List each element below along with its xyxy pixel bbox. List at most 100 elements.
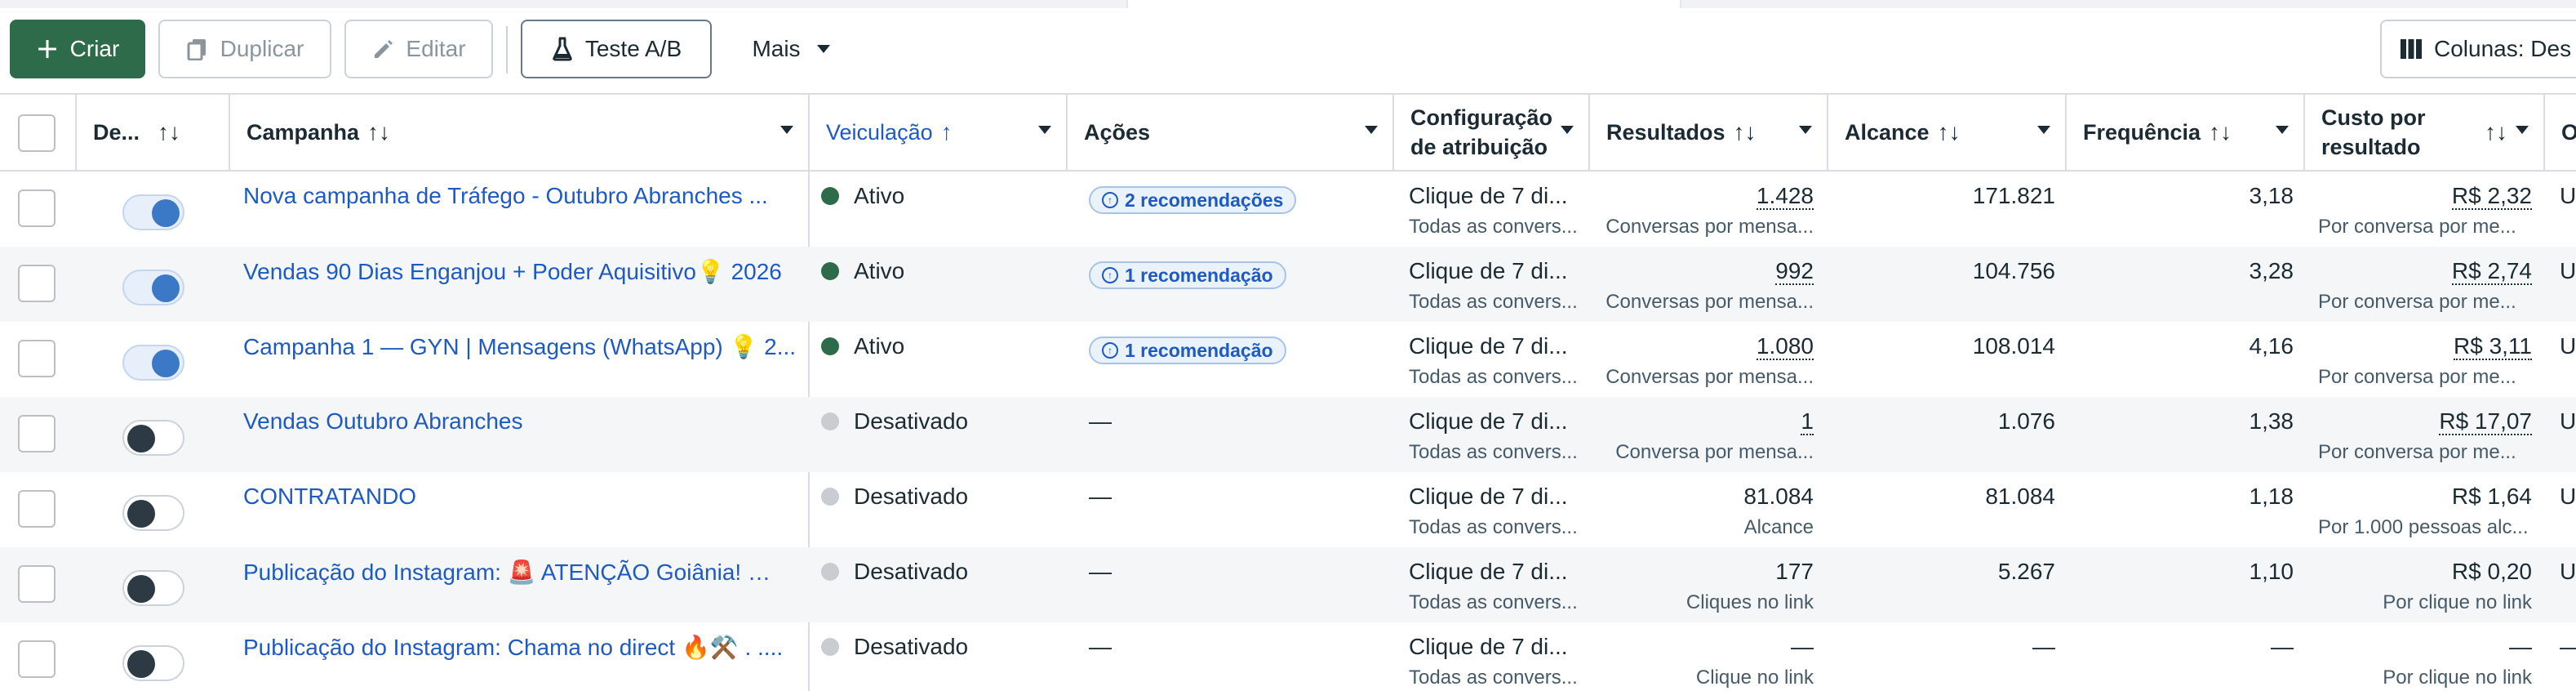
campaign-name-link[interactable]: CONTRATANDO [243,484,798,510]
header-veiculacao[interactable]: Veiculação ↑ [810,95,1068,170]
actions-empty: — [1089,484,1112,509]
campaigns-table: De... ↑↓ Campanha ↑↓ Veiculação ↑ Ações … [0,93,2576,691]
delivery-status: Desativado [821,634,968,660]
delivery-status: Ativo [821,333,904,359]
table-row[interactable]: Publicação do Instagram: 🚨 ATENÇÃO Goiân… [0,547,2576,622]
table-row[interactable]: CONTRATANDO Desativado — Clique de 7 di.… [0,472,2576,547]
header-cost-per-result[interactable]: Custo por resultado ↑↓ [2305,95,2545,170]
status-label: Desativado [854,484,969,509]
header-actions-label: Ações [1084,119,1151,145]
header-frequency[interactable]: Frequência ↑↓ [2067,95,2305,170]
delivery-toggle[interactable] [122,345,184,381]
campaign-name-link[interactable]: Nova campanha de Tráfego - Outubro Abran… [243,183,798,209]
delivery-toggle[interactable] [122,645,184,681]
frequency-value: 3,28 [2249,258,2294,283]
column-menu-caret-icon[interactable] [1365,126,1378,134]
header-campaign[interactable]: Campanha ↑↓ [230,95,810,170]
columns-button[interactable]: Colunas: Des [2380,20,2576,78]
create-button[interactable]: Criar [10,20,145,78]
duplicate-button[interactable]: Duplicar [158,20,331,78]
recommendation-badge[interactable]: ↑ 1 recomendação [1089,261,1286,289]
ab-test-button-label: Teste A/B [584,36,682,61]
attribution-detail: Todas as convers... [1409,591,1578,613]
recommendation-arrow-icon: ↑ [1102,192,1118,208]
reach-value: — [2032,634,2055,659]
toolbar-divider [506,26,508,74]
results-value: 1 [1801,408,1814,435]
toggle-knob [152,274,180,302]
header-attribution[interactable]: Configuração de atribuição [1394,95,1590,170]
column-menu-caret-icon[interactable] [2037,126,2050,134]
delivery-toggle[interactable] [122,570,184,606]
campaign-name-link[interactable]: Vendas 90 Dias Enganjou + Poder Aquisiti… [243,258,798,285]
recommendation-badge[interactable]: ↑ 1 recomendação [1089,337,1286,364]
campaign-name-link[interactable]: Publicação do Instagram: Chama no direct… [243,634,798,661]
results-type: Alcance [1743,516,1814,538]
last-column-value: U [2560,484,2576,509]
recommendation-arrow-icon: ↑ [1102,342,1118,359]
table-row[interactable]: Publicação do Instagram: Chama no direct… [0,622,2576,691]
attribution-setting: Clique de 7 di... [1409,634,1568,659]
header-reach[interactable]: Alcance ↑↓ [1828,95,2067,170]
status-label: Ativo [854,258,905,283]
row-checkbox[interactable] [18,189,56,227]
header-select-all-cell [0,95,77,170]
columns-button-label: Colunas: Des [2434,36,2572,61]
header-delivery-toggle[interactable]: De... ↑↓ [77,95,230,170]
toggle-knob [127,575,155,603]
header-attribution-line1: Configuração [1410,105,1553,130]
column-menu-caret-icon[interactable] [1038,126,1051,134]
column-menu-caret-icon[interactable] [1799,126,1812,134]
status-dot-icon [821,262,839,280]
header-cost-line1: Custo por [2321,105,2426,130]
actions-cell: ↑ 2 recomendações [1089,183,1297,214]
more-button[interactable]: Mais [728,20,859,78]
table-row[interactable]: Vendas Outubro Abranches Desativado — Cl… [0,397,2576,472]
recommendation-label: 2 recomendações [1125,189,1284,211]
table-row[interactable]: Campanha 1 — GYN | Mensagens (WhatsApp) … [0,322,2576,397]
edit-button[interactable]: Editar [344,20,493,78]
column-menu-caret-icon[interactable] [780,126,793,134]
column-menu-caret-icon[interactable] [1561,126,1574,134]
row-checkbox[interactable] [18,640,56,678]
sort-icon: ↑↓ [367,119,391,145]
row-checkbox[interactable] [18,340,56,377]
header-frequency-label: Frequência [2083,119,2201,145]
results-value: 1.428 [1756,183,1814,210]
delivery-toggle[interactable] [122,270,184,305]
reach-value: 5.267 [1997,559,2055,584]
table-row[interactable]: Vendas 90 Dias Enganjou + Poder Aquisiti… [0,247,2576,322]
row-checkbox[interactable] [18,415,56,452]
header-actions[interactable]: Ações [1068,95,1394,170]
frequency-value: 1,18 [2249,484,2294,509]
recommendation-arrow-icon: ↑ [1102,267,1118,283]
status-label: Ativo [854,333,905,359]
actions-empty: — [1089,559,1112,584]
row-checkbox[interactable] [18,265,56,302]
recommendation-label: 1 recomendação [1125,339,1273,361]
table-row[interactable]: Nova campanha de Tráfego - Outubro Abran… [0,172,2576,247]
toggle-knob [127,650,155,678]
row-checkbox[interactable] [18,490,56,528]
delivery-toggle[interactable] [122,495,184,531]
campaign-name-link[interactable]: Publicação do Instagram: 🚨 ATENÇÃO Goiân… [243,559,798,586]
cost-per-result-type: Por conversa por me... [2318,291,2516,313]
select-all-checkbox[interactable] [18,114,56,152]
frequency-value: 4,16 [2249,333,2294,359]
column-menu-caret-icon[interactable] [2276,126,2289,134]
results-value: 81.084 [1743,484,1814,509]
ab-test-button[interactable]: Teste A/B [521,20,712,78]
attribution-detail: Todas as convers... [1409,366,1578,388]
header-results[interactable]: Resultados ↑↓ [1590,95,1828,170]
campaign-name-link[interactable]: Campanha 1 — GYN | Mensagens (WhatsApp) … [243,333,798,360]
results-type: Clique no link [1695,666,1814,689]
delivery-toggle[interactable] [122,420,184,456]
campaign-name-link[interactable]: Vendas Outubro Abranches [243,408,798,435]
cost-per-result-value: R$ 3,11 [2454,333,2532,360]
sort-icon: ↑↓ [2209,119,2232,145]
recommendation-badge[interactable]: ↑ 2 recomendações [1089,186,1297,214]
header-last-column[interactable]: O [2545,95,2576,170]
row-checkbox[interactable] [18,565,56,603]
column-menu-caret-icon[interactable] [2516,126,2529,134]
delivery-toggle[interactable] [122,194,184,230]
